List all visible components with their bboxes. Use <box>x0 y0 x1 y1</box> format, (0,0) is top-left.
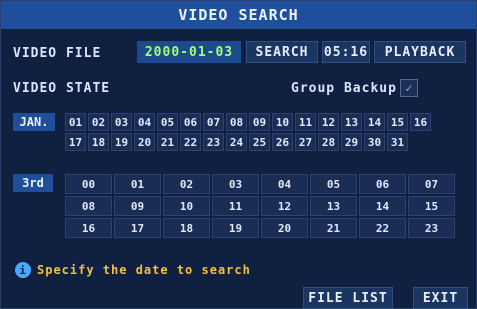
day-cell[interactable]: 04 <box>134 113 155 131</box>
day-cell[interactable]: 08 <box>226 113 247 131</box>
hour-cell[interactable]: 12 <box>261 196 308 216</box>
period-label[interactable]: 3rd <box>13 174 53 192</box>
hour-cell[interactable]: 15 <box>408 196 455 216</box>
hour-cell[interactable]: 17 <box>114 218 161 238</box>
exit-button[interactable]: EXIT <box>413 287 468 309</box>
hour-cell[interactable]: 10 <box>163 196 210 216</box>
hour-cell[interactable]: 18 <box>163 218 210 238</box>
day-cell[interactable]: 11 <box>295 113 316 131</box>
hour-cell[interactable]: 03 <box>212 174 259 194</box>
hour-cell[interactable]: 09 <box>114 196 161 216</box>
day-cell[interactable]: 23 <box>203 133 224 151</box>
day-cell[interactable]: 20 <box>134 133 155 151</box>
hint-row: i Specify the date to search <box>15 262 251 278</box>
day-cell[interactable]: 31 <box>387 133 408 151</box>
hour-cell[interactable]: 21 <box>310 218 357 238</box>
hour-cell[interactable]: 20 <box>261 218 308 238</box>
hour-cell[interactable]: 07 <box>408 174 455 194</box>
day-cell[interactable]: 25 <box>249 133 270 151</box>
file-list-button[interactable]: FILE LIST <box>303 287 393 309</box>
day-cell[interactable]: 07 <box>203 113 224 131</box>
hour-cell[interactable]: 19 <box>212 218 259 238</box>
day-cell[interactable]: 27 <box>295 133 316 151</box>
day-cell[interactable]: 17 <box>65 133 86 151</box>
window-title: VIDEO SEARCH <box>1 1 476 29</box>
group-backup-label: Group Backup <box>291 81 397 96</box>
checkmark-icon: ✓ <box>405 81 413 95</box>
hour-cell[interactable]: 16 <box>65 218 112 238</box>
day-cell[interactable]: 12 <box>318 113 339 131</box>
video-search-screen: VIDEO SEARCH VIDEO FILE 2000-01-03 SEARC… <box>0 0 477 309</box>
day-cell[interactable]: 26 <box>272 133 293 151</box>
video-file-label: VIDEO FILE <box>13 46 102 61</box>
day-cell[interactable]: 18 <box>88 133 109 151</box>
hour-cell[interactable]: 02 <box>163 174 210 194</box>
hour-cell[interactable]: 23 <box>408 218 455 238</box>
day-cell[interactable]: 03 <box>111 113 132 131</box>
day-cell[interactable]: 21 <box>157 133 178 151</box>
month-label[interactable]: JAN. <box>13 113 55 131</box>
hour-grid: 00 01 02 03 04 05 06 07 08 09 10 11 12 13 14 15 16 17 18 19… <box>65 174 455 238</box>
hour-cell[interactable]: 11 <box>212 196 259 216</box>
day-cell[interactable]: 19 <box>111 133 132 151</box>
day-cell[interactable]: 05 <box>157 113 178 131</box>
hour-cell[interactable]: 04 <box>261 174 308 194</box>
day-cell[interactable]: 02 <box>88 113 109 131</box>
hint-text: Specify the date to search <box>37 263 251 277</box>
hour-cell[interactable]: 22 <box>359 218 406 238</box>
hour-cell[interactable]: 08 <box>65 196 112 216</box>
time-field[interactable]: 05:16 <box>322 41 370 63</box>
day-cell[interactable]: 15 <box>387 113 408 131</box>
day-cell[interactable]: 13 <box>341 113 362 131</box>
day-cell[interactable]: 06 <box>180 113 201 131</box>
hour-cell[interactable]: 14 <box>359 196 406 216</box>
info-icon: i <box>15 262 31 278</box>
hour-cell[interactable]: 06 <box>359 174 406 194</box>
day-cell[interactable]: 10 <box>272 113 293 131</box>
group-backup-checkbox[interactable]: ✓ <box>400 79 418 97</box>
day-cell[interactable]: 29 <box>341 133 362 151</box>
search-button[interactable]: SEARCH <box>246 41 318 63</box>
hour-cell[interactable]: 05 <box>310 174 357 194</box>
day-cell[interactable]: 14 <box>364 113 385 131</box>
day-cell[interactable]: 30 <box>364 133 385 151</box>
day-cell[interactable]: 28 <box>318 133 339 151</box>
day-grid: 01 02 03 04 05 06 07 08 09 10 11 12 13 14 15 16 17 18 19 20… <box>65 113 431 151</box>
day-cell[interactable]: 24 <box>226 133 247 151</box>
day-cell[interactable]: 22 <box>180 133 201 151</box>
hour-cell[interactable]: 00 <box>65 174 112 194</box>
day-cell[interactable]: 09 <box>249 113 270 131</box>
playback-button[interactable]: PLAYBACK <box>374 41 466 63</box>
date-field[interactable]: 2000-01-03 <box>137 41 241 63</box>
day-cell[interactable]: 01 <box>65 113 86 131</box>
day-cell[interactable]: 16 <box>410 113 431 131</box>
hour-cell[interactable]: 01 <box>114 174 161 194</box>
video-state-label: VIDEO STATE <box>13 81 111 96</box>
hour-cell[interactable]: 13 <box>310 196 357 216</box>
